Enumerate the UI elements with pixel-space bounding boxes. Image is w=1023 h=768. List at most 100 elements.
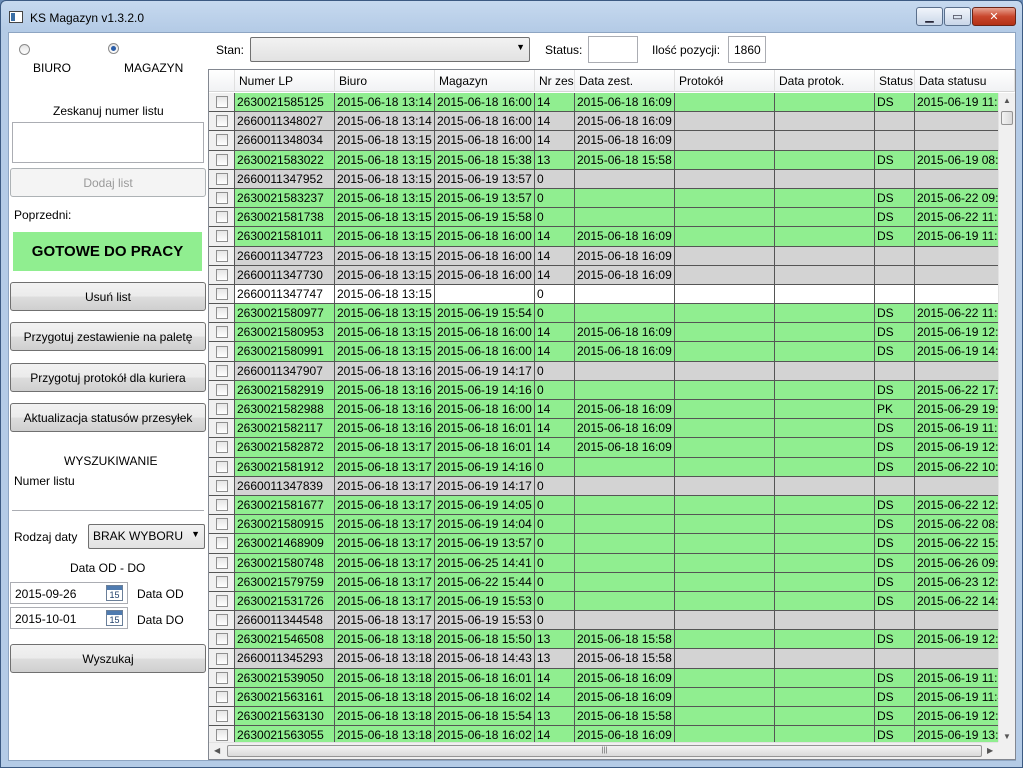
table-cell[interactable]: 14 [535,112,575,132]
table-cell[interactable]: 2630021581677 [235,495,335,516]
table-cell[interactable] [775,553,875,573]
column-header[interactable]: Numer LP [235,70,335,92]
table-cell[interactable]: 2630021531726 [235,591,335,612]
table-cell[interactable] [675,361,775,381]
table-cell[interactable]: 14 [535,323,575,343]
table-cell[interactable] [575,380,675,400]
table-cell[interactable]: DS [875,572,915,592]
table-cell[interactable]: 2015-06-25 14:41 [435,553,535,573]
table-cell[interactable]: 2015-06-18 16:09 [575,246,675,266]
table-cell[interactable]: 2015-06-18 16:09 [575,265,675,285]
table-cell[interactable] [575,611,675,631]
column-header[interactable]: Data zest. [575,70,675,92]
table-cell[interactable] [775,380,875,400]
table-cell[interactable] [775,169,875,189]
row-checkbox[interactable] [215,575,228,588]
table-cell[interactable]: 2015-06-18 13:15 [335,323,435,343]
pallet-report-button[interactable]: Przygotuj zestawienie na paletę [10,322,206,351]
table-cell[interactable] [675,188,775,209]
table-cell[interactable]: 2630021580991 [235,342,335,362]
table-cell[interactable]: DS [875,534,915,554]
table-cell[interactable]: 2015-06-18 16:09 [575,342,675,362]
table-row[interactable]: 2660011347730 2015-06-18 13:15 2015-06-18 … [209,265,1015,285]
table-row[interactable]: 2630021580915 2015-06-18 13:17 2015-06-19 … [209,515,1015,535]
row-checkbox[interactable] [215,383,228,396]
vertical-scroll-thumb[interactable] [1001,111,1013,125]
row-checkbox[interactable] [215,326,228,339]
table-cell[interactable]: 2015-06-18 13:17 [335,553,435,573]
table-cell[interactable]: 2660011347907 [235,361,335,381]
table-cell[interactable]: 2015-06-18 16:01 [435,419,535,439]
table-cell[interactable]: 2660011347730 [235,265,335,285]
table-row[interactable]: 2660011347723 2015-06-18 13:15 2015-06-18 … [209,246,1015,266]
table-cell[interactable]: 2660011347952 [235,169,335,189]
table-cell[interactable]: 2630021539050 [235,668,335,688]
table-cell[interactable] [675,515,775,535]
date-from-picker[interactable]: 2015-09-26 15 [10,582,128,604]
table-cell[interactable]: 2630021580977 [235,304,335,324]
table-cell[interactable]: 0 [535,304,575,324]
table-row[interactable]: 2630021580953 2015-06-18 13:15 2015-06-18 … [209,323,1015,343]
table-cell[interactable] [575,591,675,612]
table-cell[interactable]: 2015-06-18 16:09 [575,323,675,343]
table-cell[interactable] [675,611,775,631]
table-cell[interactable]: 2015-06-18 16:00 [435,112,535,132]
minimize-button[interactable]: ▁ [916,7,943,26]
row-checkbox[interactable] [215,633,228,646]
row-checkbox[interactable] [215,729,228,742]
table-cell[interactable]: 14 [535,246,575,266]
row-checkbox[interactable] [215,172,228,185]
column-header[interactable]: Status [875,70,915,92]
table-cell[interactable] [775,304,875,324]
table-cell[interactable]: 2015-06-18 13:15 [335,227,435,247]
table-row[interactable]: 2630021580748 2015-06-18 13:17 2015-06-25 … [209,553,1015,573]
table-cell[interactable] [575,553,675,573]
table-cell[interactable]: 2630021581738 [235,208,335,228]
table-cell[interactable]: 0 [535,169,575,189]
table-row[interactable]: 2630021563161 2015-06-18 13:18 2015-06-18 … [209,687,1015,707]
table-row[interactable]: 2630021580977 2015-06-18 13:15 2015-06-19 … [209,304,1015,324]
table-cell[interactable]: DS [875,188,915,209]
table-cell[interactable] [575,495,675,516]
table-cell[interactable]: 2015-06-18 15:58 [575,649,675,669]
table-cell[interactable]: 2015-06-18 13:17 [335,495,435,516]
table-cell[interactable] [575,208,675,228]
table-cell[interactable] [575,284,675,305]
date-to-picker[interactable]: 2015-10-01 15 [10,607,128,629]
table-cell[interactable]: 2015-06-18 13:15 [335,265,435,285]
table-cell[interactable] [675,707,775,727]
table-cell[interactable] [775,687,875,707]
table-cell[interactable]: 2015-06-18 16:09 [575,668,675,688]
table-cell[interactable]: 13 [535,649,575,669]
table-cell[interactable]: 13 [535,707,575,727]
table-cell[interactable] [675,323,775,343]
table-row[interactable]: 2630021581912 2015-06-18 13:17 2015-06-19 … [209,457,1015,477]
table-cell[interactable]: 0 [535,361,575,381]
table-cell[interactable] [775,323,875,343]
vertical-scrollbar[interactable]: ▲ ▼ [998,93,1015,744]
table-cell[interactable]: 2015-06-19 15:53 [435,591,535,612]
table-cell[interactable]: 2630021582988 [235,400,335,420]
table-cell[interactable]: 2015-06-18 13:18 [335,668,435,688]
table-cell[interactable] [775,246,875,266]
table-row[interactable]: 2630021580991 2015-06-18 13:15 2015-06-18 … [209,342,1015,362]
table-cell[interactable] [675,284,775,305]
table-cell[interactable]: 2660011347747 [235,284,335,305]
scan-input[interactable] [12,122,204,163]
table-cell[interactable]: 2630021582117 [235,419,335,439]
table-cell[interactable] [775,131,875,151]
column-header[interactable]: Data protok. [775,70,875,92]
row-checkbox[interactable] [215,671,228,684]
table-cell[interactable]: 2630021581011 [235,227,335,247]
table-cell[interactable]: 2015-06-18 13:17 [335,438,435,458]
calendar-icon[interactable]: 15 [106,610,123,626]
date-type-select[interactable]: BRAK WYBORU ▼ [88,524,205,549]
row-checkbox[interactable] [215,518,228,531]
row-checkbox[interactable] [215,594,228,607]
table-cell[interactable] [775,188,875,209]
radio-magazyn[interactable] [108,43,119,54]
table-cell[interactable] [875,265,915,285]
table-cell[interactable]: 2015-06-18 16:00 [435,400,535,420]
table-cell[interactable] [775,400,875,420]
table-row[interactable]: 2660011347747 2015-06-18 13:15 0 [209,284,1015,305]
